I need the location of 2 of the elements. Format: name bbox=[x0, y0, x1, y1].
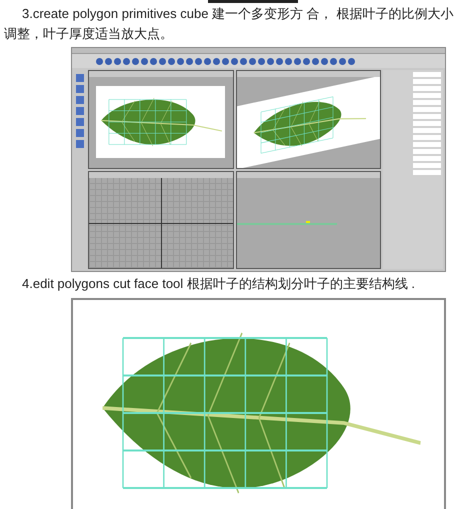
step-caption: 4.edit polygons cut face tool 根据叶子的结构划分叶子的主要结构线 . bbox=[21, 275, 416, 293]
step-caption: 3.create polygon primitives cube 建一个多变形方 合， 根据叶子的比例大小调整，叶子厚度适当放大点。 bbox=[3, 5, 454, 43]
